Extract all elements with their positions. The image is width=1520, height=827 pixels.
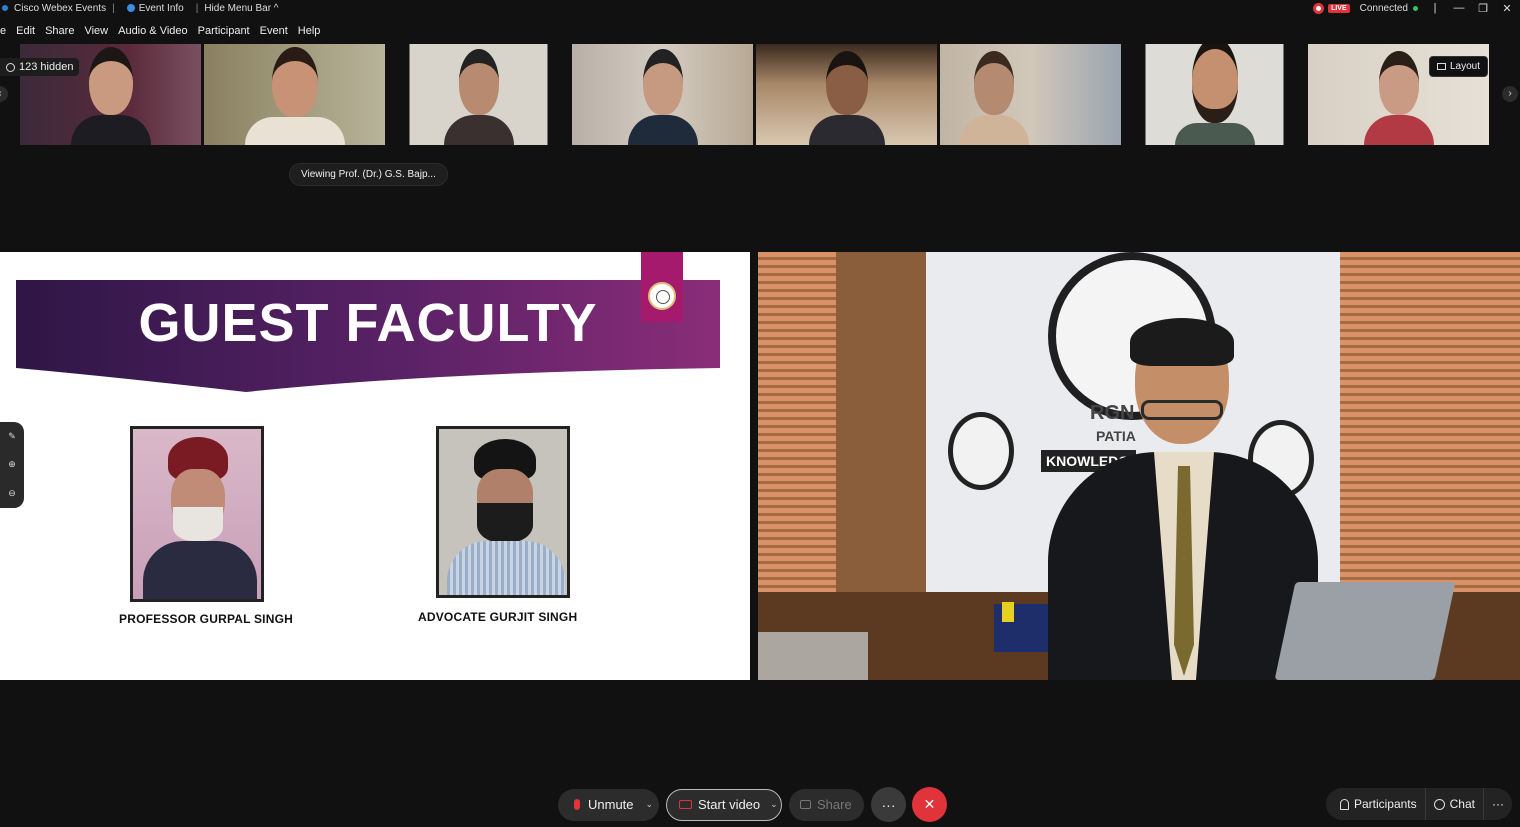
participant-thumbnail[interactable] [388,44,569,145]
person-icon [6,62,15,72]
scroll-right-button[interactable]: › [1502,86,1518,102]
event-info-label: Event Info [138,2,184,14]
participant-thumbnail[interactable] [204,44,385,145]
share-screen-icon [800,800,811,809]
participant-thumbnail[interactable] [940,44,1121,145]
connected-dot-icon [1413,5,1418,11]
start-video-label: Start video [698,797,761,812]
close-icon: ✕ [923,796,936,812]
more-options-button[interactable]: ··· [871,787,906,822]
faculty-name-2: ADVOCATE GURJIT SINGH [418,610,578,624]
menu-item-event[interactable]: Event [260,25,288,37]
menu-item-help[interactable]: Help [298,25,321,37]
layout-button[interactable]: Layout [1428,56,1488,77]
participant-strip: 123 hidden ‹ Layout › [0,44,1520,146]
participant-thumbnail[interactable] [572,44,753,145]
connection-label: Connected [1359,2,1408,14]
active-speaker-video: RGN PATIA KNOWLEDGE [758,252,1520,680]
connection-status: Connected [1360,3,1418,14]
faculty-photo-1 [130,426,264,602]
end-control: ✕ [912,787,947,822]
faculty-name-1: PROFESSOR GURPAL SINGH [119,612,293,626]
participants-label: Participants [1353,797,1417,811]
hide-menu-bar-button[interactable]: Hide Menu Bar ^ [204,3,278,14]
minimize-icon[interactable]: — [1452,2,1466,14]
unmute-button[interactable]: Unmute ⌄ [558,788,659,821]
speaker-hair [1130,318,1234,366]
speaker-glasses [1141,400,1223,420]
share-label: Share [817,797,852,812]
restore-icon[interactable]: ❐ [1476,2,1490,15]
panel-controls: Participants Chat ··· [1325,788,1512,820]
menu-item-edit[interactable]: Edit [16,25,35,37]
menu-item-view[interactable]: View [84,25,108,37]
window-separator: | [1433,2,1437,14]
menu-item-meeting[interactable]: e [0,25,6,37]
participants-button[interactable]: Participants [1326,788,1425,820]
participant-thumbnail[interactable] [1124,44,1305,145]
video-off-icon [679,800,692,809]
start-video-button[interactable]: Start video ⌄ [666,788,782,821]
participants-icon [1339,798,1349,810]
participant-thumbnail[interactable] [756,44,937,145]
chat-icon [1433,798,1445,810]
close-icon[interactable]: ✕ [1500,2,1514,15]
viewing-indicator: Viewing Prof. (Dr.) G.S. Bajp... [289,163,448,186]
event-info-button[interactable]: Event Info [126,2,184,14]
more-panels-button[interactable]: ··· [1483,788,1512,820]
laptop [1274,582,1456,680]
university-seal-icon [648,282,676,310]
chat-label: Chat [1449,797,1475,811]
small-emblem-icon [948,412,1014,490]
annotate-icon[interactable]: ✎ [8,431,16,442]
live-badge: LIVE [1328,3,1350,13]
scroll-left-button[interactable]: ‹ [0,86,8,102]
unmute-label: Unmute [588,797,634,812]
recording-icon [1313,2,1325,14]
info-icon [126,4,135,12]
zoom-out-icon[interactable]: ⊖ [8,488,16,499]
app-title: Cisco Webex Events [14,2,107,14]
faculty-photo-2 [436,426,570,598]
muted-mic-icon [574,799,580,810]
zoom-in-icon[interactable]: ⊕ [8,459,16,470]
menu-item-share[interactable]: Share [45,25,74,37]
chevron-down-icon[interactable]: ⌄ [646,799,654,810]
menu-bar: e Edit Share View Audio & Video Particip… [0,22,320,40]
hidden-count: 123 hidden [19,61,74,73]
hidden-participants-badge[interactable]: 123 hidden [0,58,80,76]
chat-button[interactable]: Chat [1424,788,1483,820]
chevron-down-icon[interactable]: ⌄ [770,799,778,810]
emblem-subtext: PATIA [1096,428,1136,444]
layout-icon [1436,63,1446,70]
menu-item-participant[interactable]: Participant [198,25,250,37]
shared-slide: GUEST FACULTY PROFESSOR GURPAL SINGH ADV… [0,252,750,680]
menu-item-audio-video[interactable]: Audio & Video [118,25,188,37]
annotation-zoom-bar: ✎ ⊕ ⊖ [0,422,24,508]
share-control: Share [789,788,864,821]
leave-event-button[interactable]: ✕ [912,787,947,822]
title-bar: Cisco Webex Events | Event Info | Hide M… [0,0,1520,16]
video-control: Start video ⌄ [666,788,782,821]
slide-title: GUEST FACULTY [138,293,598,353]
emblem-text: RGN [1090,402,1135,424]
share-button[interactable]: Share [789,788,864,821]
unmute-control: Unmute ⌄ [558,788,659,821]
webex-logo-icon [2,5,8,11]
more-control: ··· [871,787,906,822]
layout-label: Layout [1449,61,1480,72]
